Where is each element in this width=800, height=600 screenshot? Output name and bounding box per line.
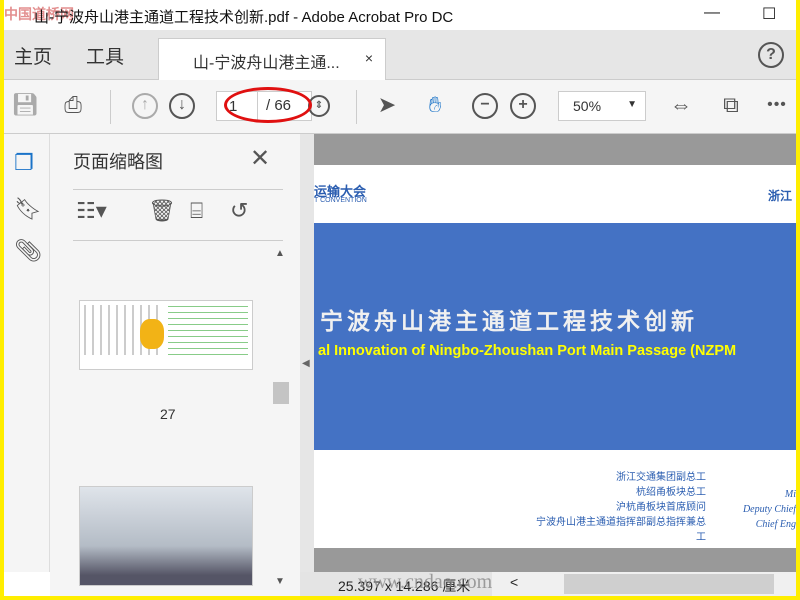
tab-tools[interactable]: 工具 <box>86 42 124 69</box>
document-view[interactable]: 运输大会 T CONVENTION 浙江 宁波舟山港主通道工程技术创新 al I… <box>314 134 796 572</box>
fit-page-icon[interactable]: ⇔ <box>666 92 696 118</box>
role-line: Mi <box>784 489 796 500</box>
minimize-button[interactable]: — <box>704 4 720 22</box>
title-bar: 中国道桥网 山-宁波舟山港主通道工程技术创新.pdf - Adobe Acrob… <box>4 0 796 30</box>
panel-title: 页面缩略图 <box>73 152 163 172</box>
tab-document[interactable]: 山-宁波舟山港主通... × <box>158 38 386 80</box>
extract-page-icon[interactable]: ⌸ <box>190 198 203 224</box>
chevron-down-icon: ▼ <box>627 99 637 110</box>
watermark-text: www.cndao.com <box>358 571 493 593</box>
toolbar: 💾︎ ⎙ ↑ ↓ 1/ 66 ⇕ ➤ ✋︎ − + 50% ▼ ⇔ ⧉ ••• <box>4 80 796 134</box>
zoom-value: 50% <box>573 98 602 114</box>
close-panel-icon[interactable]: ✕ <box>250 144 270 173</box>
collapse-arrow-icon[interactable]: ◀ <box>302 358 310 369</box>
zoom-in-icon[interactable]: + <box>510 93 536 119</box>
role-line: 沪杭甬板块首席顾问 <box>616 502 706 513</box>
rotate-icon[interactable]: ↺ <box>230 198 248 224</box>
role-line: 工 <box>696 532 706 543</box>
save-icon[interactable]: 💾︎ <box>10 92 40 118</box>
help-icon[interactable]: ? <box>758 42 784 68</box>
thumbnail-options-icon[interactable]: ☷▾ <box>76 198 107 224</box>
page-thumbnail[interactable] <box>79 486 253 586</box>
tab-home[interactable]: 主页 <box>14 42 52 69</box>
role-line: Deputy Chief <box>742 504 796 515</box>
window-title: 山-宁波舟山港主通道工程技术创新.pdf - Adobe Acrobat Pro… <box>34 9 454 26</box>
tab-bar: 主页 工具 山-宁波舟山港主通... × ? <box>4 30 796 80</box>
divider <box>110 90 111 124</box>
close-tab-icon[interactable]: × <box>365 50 373 66</box>
thumbnail-highlight <box>140 319 164 349</box>
title-band: 宁波舟山港主通道工程技术创新 al Innovation of Ningbo-Z… <box>314 223 796 450</box>
zoom-out-icon[interactable]: − <box>472 93 498 119</box>
thumbnail-drawing <box>168 305 248 355</box>
bookmark-icon[interactable]: 🔖︎ <box>14 196 42 222</box>
roles-cn: 浙江交通集团副总工 杭绍甬板块总工 沪杭甬板块首席顾问 宁波舟山港主通道指挥部副… <box>536 470 706 545</box>
maximize-button[interactable]: ☐ <box>762 4 776 24</box>
logo-en: T CONVENTION <box>314 197 367 204</box>
roles-en: Mi Deputy Chief Chief Eng <box>743 487 796 532</box>
horizontal-scrollbar-thumb[interactable] <box>564 574 774 594</box>
acrobat-window: 中国道桥网 山-宁波舟山港主通道工程技术创新.pdf - Adobe Acrob… <box>4 0 796 596</box>
thumbnail-page-label: 27 <box>160 406 176 422</box>
panel-splitter[interactable]: ◀ <box>300 134 314 572</box>
zoom-select[interactable]: 50% ▼ <box>558 91 646 121</box>
select-cursor-icon[interactable]: ➤ <box>372 92 402 118</box>
delete-icon[interactable]: 🗑︎ <box>148 198 176 224</box>
page-thumbnails-icon[interactable]: ❐ <box>14 150 34 176</box>
logo-right: 浙江 <box>767 189 792 203</box>
role-line: 浙江交通集团副总工 <box>616 472 706 483</box>
panel-scrollbar[interactable]: ▲ ▼ <box>270 244 290 594</box>
previous-page-icon[interactable]: ↑ <box>132 93 158 119</box>
scroll-left-icon[interactable]: < <box>510 574 518 590</box>
divider <box>73 240 283 241</box>
hand-tool-icon[interactable]: ✋︎ <box>420 92 450 118</box>
divider <box>356 90 357 124</box>
pdf-page: 运输大会 T CONVENTION 浙江 宁波舟山港主通道工程技术创新 al I… <box>314 165 796 548</box>
navigation-rail: ❐ 🔖︎ 📎︎ <box>4 134 50 572</box>
more-icon[interactable]: ••• <box>762 96 792 114</box>
highlight-annotation <box>224 87 312 123</box>
role-line: 杭绍甬板块总工 <box>636 487 706 498</box>
attachment-icon[interactable]: 📎︎ <box>14 238 42 264</box>
role-line: 宁波舟山港主通道指挥部副总指挥兼总 <box>536 517 706 528</box>
slide-title-en: al Innovation of Ningbo-Zhoushan Port Ma… <box>318 343 737 359</box>
page-thumbnail[interactable] <box>79 300 253 370</box>
print-icon[interactable]: ⎙ <box>58 92 88 118</box>
scrollbar-thumb[interactable] <box>273 382 289 404</box>
divider <box>73 189 283 190</box>
scroll-mode-icon[interactable]: ⧉ <box>716 92 746 118</box>
role-line: Chief Eng <box>755 519 796 530</box>
tab-document-label: 山-宁波舟山港主通... <box>193 55 340 72</box>
next-page-icon[interactable]: ↓ <box>169 93 195 119</box>
thumbnails-panel: 页面缩略图 ✕ ☷▾ 🗑︎ ⌸ ↺ 27 ▲ ▼ <box>50 134 300 596</box>
slide-title-cn: 宁波舟山港主通道工程技术创新 <box>320 308 698 335</box>
